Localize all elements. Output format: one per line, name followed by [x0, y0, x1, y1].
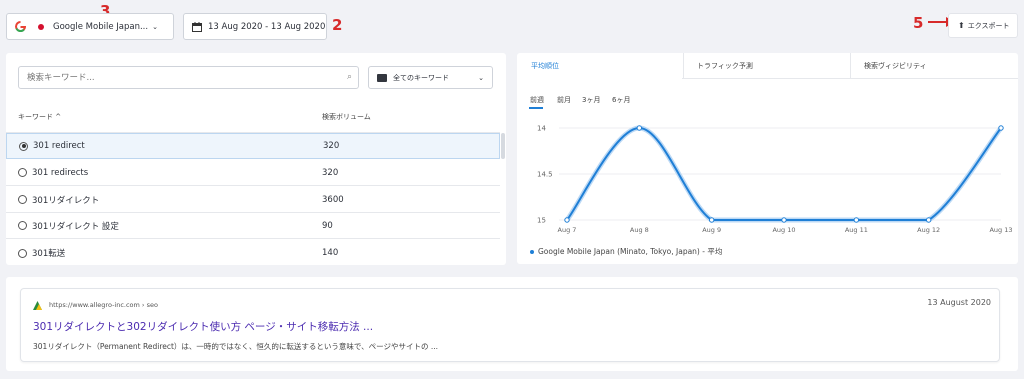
calendar-icon — [192, 21, 202, 32]
volume-cell: 3600 — [322, 194, 344, 205]
keyword-cell: 301リダイレクト — [32, 195, 100, 206]
data-point[interactable] — [708, 217, 715, 223]
annotation-2: 2 — [332, 16, 343, 34]
range-6-months[interactable]: 6ヶ月 — [612, 95, 630, 105]
x-tick-label: Aug 9 — [702, 226, 721, 234]
scrollbar-thumb[interactable] — [501, 133, 505, 159]
range-active-indicator — [529, 107, 543, 109]
date-range-label: 13 Aug 2020 - 13 Aug 2020 — [208, 21, 326, 32]
x-tick-label: Aug 7 — [558, 226, 577, 234]
data-point[interactable] — [998, 125, 1004, 131]
chevron-down-icon: ⌄ — [478, 73, 484, 82]
tab-divider — [850, 53, 851, 79]
data-point[interactable] — [925, 217, 932, 223]
keyword-row[interactable]: 301転送 140 — [6, 240, 500, 265]
tab-average-rank[interactable]: 平均順位 — [531, 53, 559, 79]
chart-panel: 平均順位 トラフィック予測 検索ヴィジビリティ 前週 前月 3ヶ月 6ヶ月 14… — [517, 53, 1018, 264]
keyword-row[interactable]: 301リダイレクト 設定 90 — [6, 213, 500, 239]
active-tab-indicator — [517, 77, 682, 79]
keyword-column-label: キーワード — [18, 113, 53, 121]
x-tick-label: Aug 8 — [630, 226, 649, 234]
upload-icon: ⬆ — [958, 21, 965, 30]
export-button[interactable]: ⬆ エクスポート — [948, 13, 1018, 38]
serp-result-card: https://www.allegro-inc.com › seo 13 Aug… — [20, 288, 1000, 362]
legend-dot-icon — [530, 249, 534, 254]
volume-cell: 90 — [322, 220, 333, 231]
search-icon: ⌕ — [346, 72, 352, 82]
keyword-cell: 301 redirects — [32, 167, 89, 178]
rank-line-chart: 14 14.5 15 Aug 7 Aug 8 Aug 9 Aug 10 Aug 11 Aug 1… — [537, 125, 1013, 235]
keyword-row[interactable]: 301 redirect 320 — [6, 133, 500, 159]
volume-column-header[interactable]: 検索ボリューム — [322, 112, 371, 122]
japan-flag-icon — [38, 23, 44, 30]
range-month[interactable]: 前月 — [557, 95, 571, 105]
data-point[interactable] — [564, 217, 570, 223]
x-tick-label: Aug 10 — [772, 226, 795, 234]
result-date: 13 August 2020 — [927, 298, 991, 307]
keyword-row[interactable]: 301 redirects 320 — [6, 160, 500, 186]
x-tick-label: Aug 11 — [845, 226, 868, 234]
volume-cell: 320 — [322, 167, 339, 178]
sort-asc-icon: ^ — [55, 113, 62, 121]
result-title-link[interactable]: 301リダイレクトと302リダイレクト使い方 ページ・サイト移転方法 ... — [33, 319, 373, 334]
radio-icon[interactable] — [18, 195, 27, 204]
radio-selected-icon[interactable] — [19, 141, 28, 151]
serp-panel: https://www.allegro-inc.com › seo 13 Aug… — [6, 277, 1018, 371]
engine-label: Google Mobile Japan... — [53, 21, 149, 32]
date-range-picker[interactable]: 13 Aug 2020 - 13 Aug 2020 — [183, 13, 327, 40]
data-point[interactable] — [781, 217, 787, 223]
keyword-row[interactable]: 301リダイレクト 3600 — [6, 187, 500, 213]
site-favicon-icon — [33, 301, 42, 310]
data-point[interactable] — [636, 125, 643, 131]
keyword-column-header[interactable]: キーワード ^ — [18, 112, 61, 122]
radio-icon[interactable] — [18, 168, 27, 177]
radio-icon[interactable] — [18, 248, 27, 258]
result-snippet: 301リダイレクト（Permanent Redirect）は、一時的ではなく、恒… — [33, 342, 438, 351]
chart-legend: Google Mobile Japan (Minato, Tokyo, Japa… — [530, 246, 722, 257]
x-tick-label: Aug 12 — [917, 226, 940, 234]
chevron-down-icon: ⌄ — [152, 22, 158, 31]
volume-cell: 320 — [323, 141, 340, 151]
folder-label: 全てのキーワード — [393, 73, 449, 82]
keywords-panel: ⌕ 全てのキーワード ⌄ キーワード ^ 検索ボリューム 301 redirec… — [6, 53, 506, 265]
keyword-folder-dropdown[interactable]: 全てのキーワード ⌄ — [368, 66, 493, 89]
annotation-5: 5 — [913, 14, 924, 32]
x-tick-label: Aug 13 — [989, 226, 1012, 234]
y-tick-label: 14.5 — [537, 171, 553, 179]
keyword-cell: 301リダイレクト 設定 — [32, 221, 119, 232]
keyword-cell: 301転送 — [32, 249, 66, 259]
tab-traffic-forecast[interactable]: トラフィック予測 — [697, 53, 753, 79]
keyword-cell: 301 redirect — [33, 141, 85, 151]
export-label: エクスポート — [967, 21, 1010, 30]
keyword-search-field[interactable] — [27, 67, 327, 88]
result-url[interactable]: https://www.allegro-inc.com › seo — [49, 301, 158, 309]
tab-search-visibility[interactable]: 検索ヴィジビリティ — [864, 53, 927, 79]
legend-label: Google Mobile Japan (Minato, Tokyo, Japa… — [538, 247, 723, 256]
chart-tab-bar — [517, 53, 1018, 79]
radio-icon[interactable] — [18, 221, 27, 230]
data-point[interactable] — [853, 217, 860, 223]
search-engine-dropdown[interactable]: Google Mobile Japan... ⌄ — [6, 13, 174, 40]
keyword-search-input[interactable]: ⌕ — [18, 66, 359, 89]
range-3-months[interactable]: 3ヶ月 — [582, 95, 600, 105]
y-tick-label: 14 — [537, 125, 546, 133]
volume-cell: 140 — [322, 248, 339, 258]
google-icon — [15, 21, 26, 32]
y-tick-label: 15 — [537, 217, 546, 225]
range-week[interactable]: 前週 — [530, 95, 544, 105]
tab-divider — [683, 53, 684, 79]
folder-icon — [377, 73, 387, 82]
